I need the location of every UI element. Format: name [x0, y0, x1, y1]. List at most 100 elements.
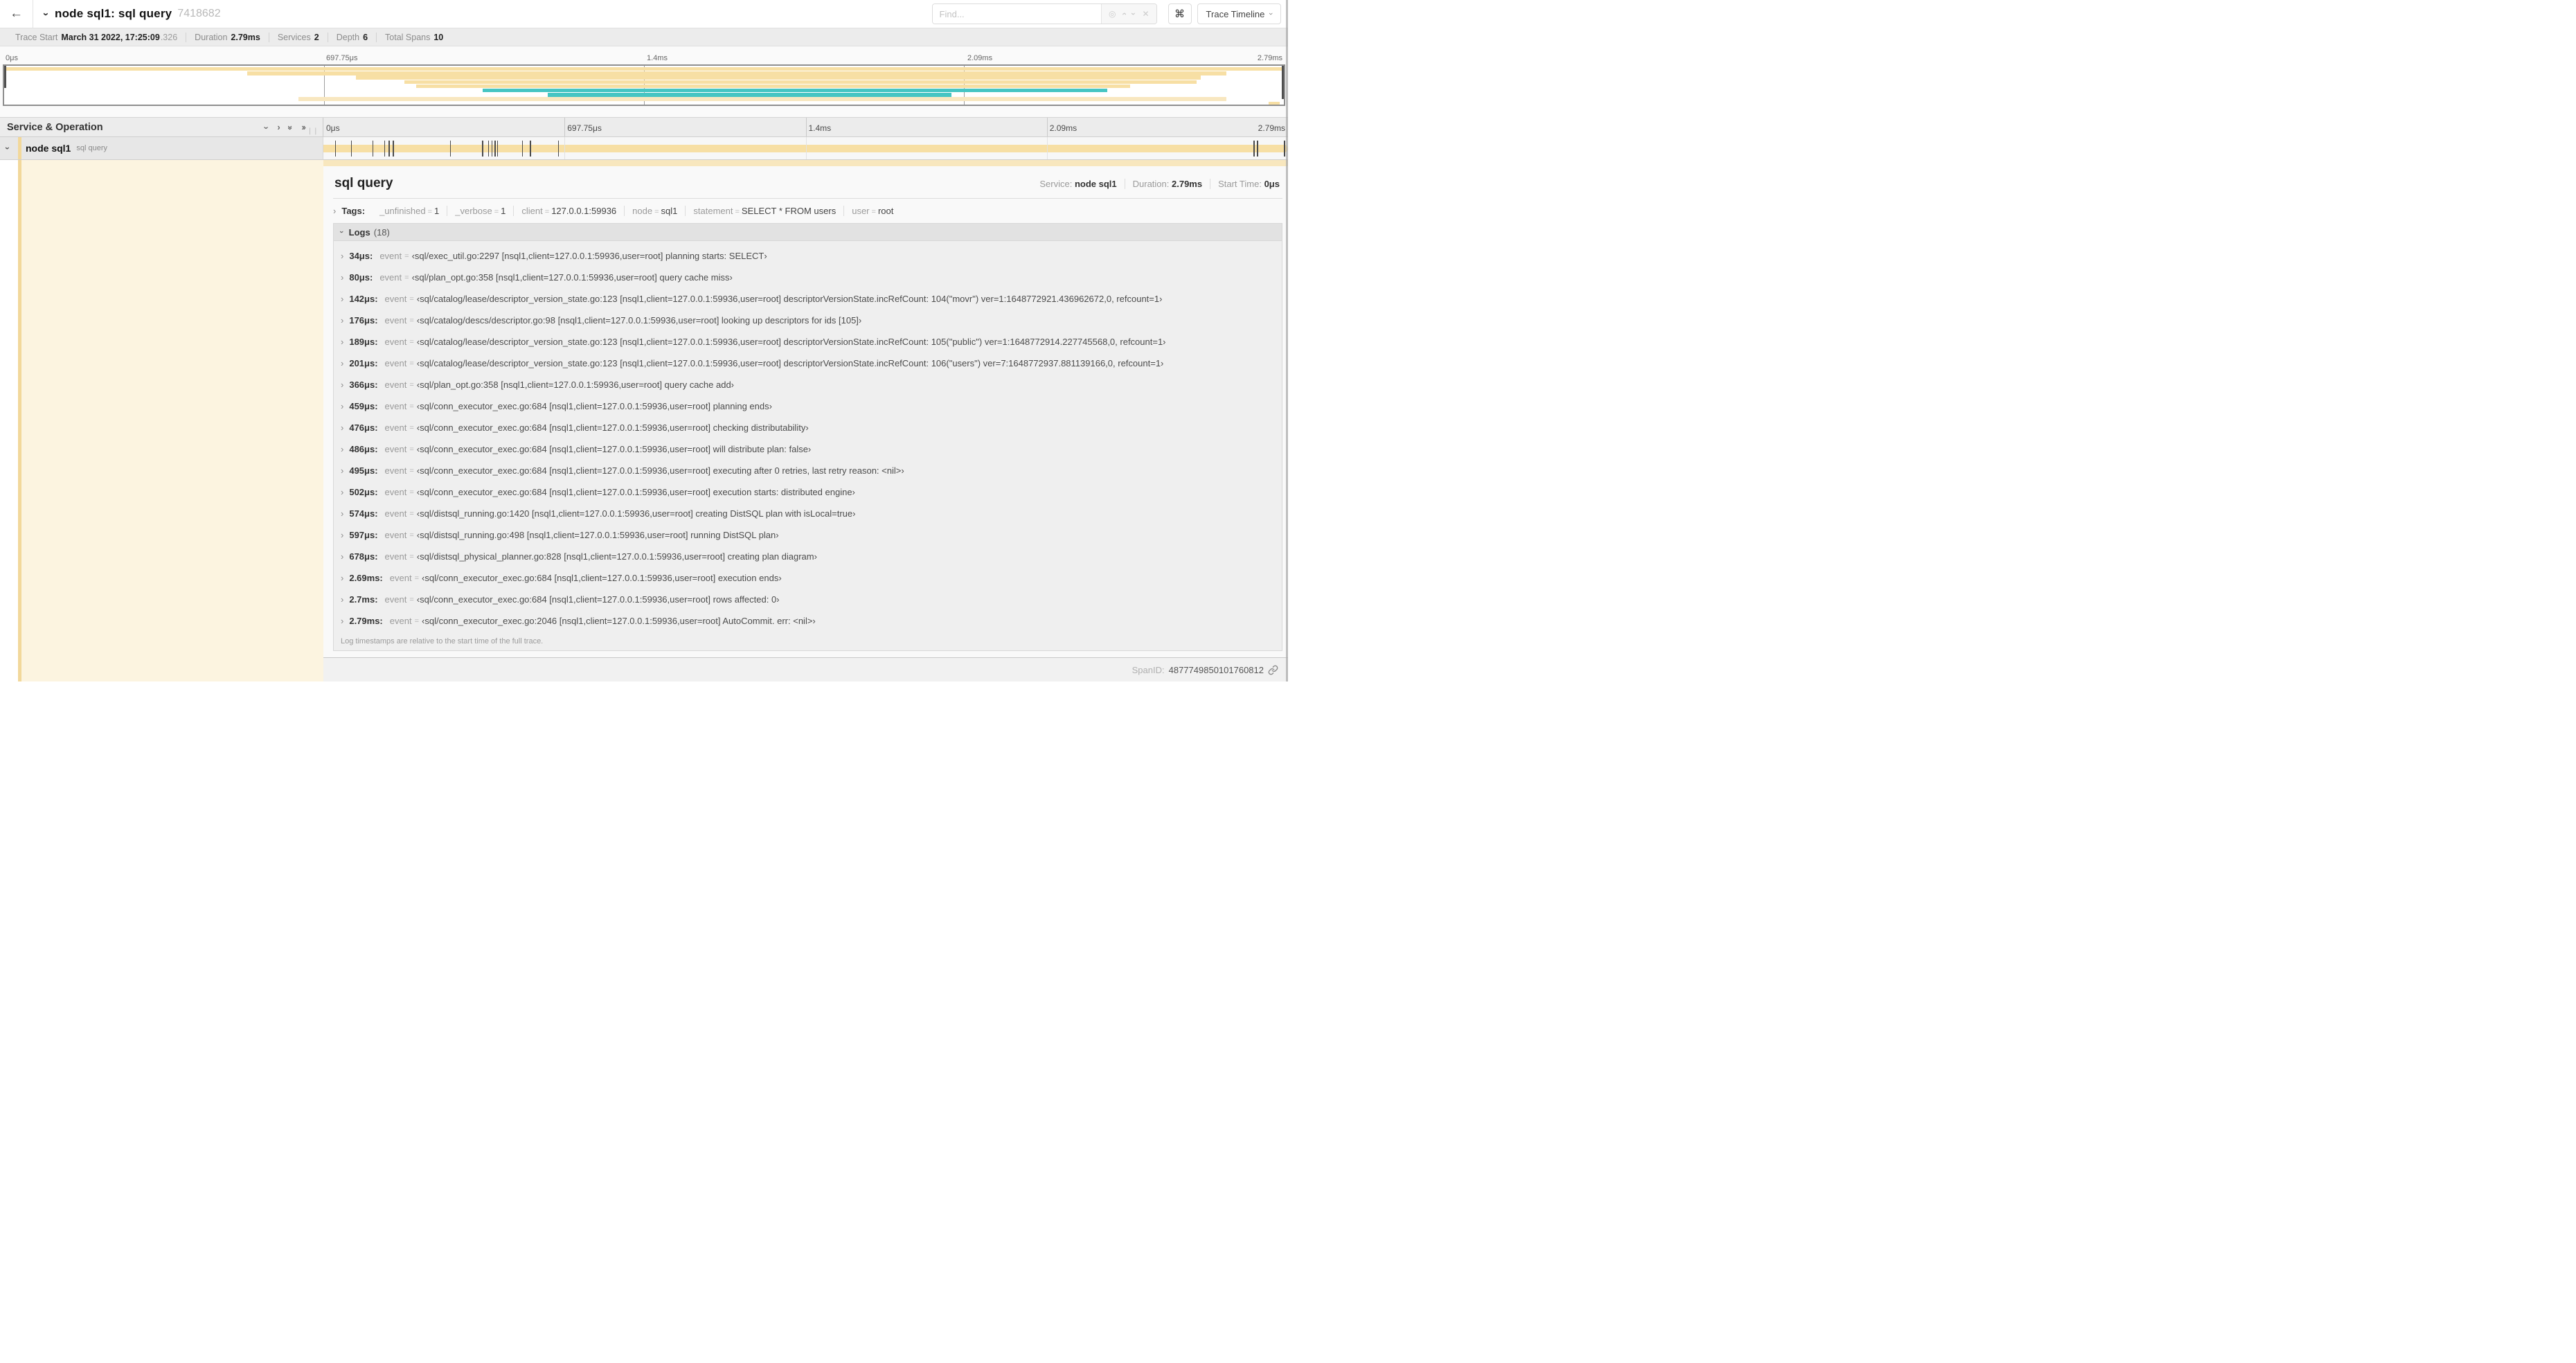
detail-right-region: sql query Service: node sql1 Duration: 2…	[323, 160, 1288, 682]
log-marker-tick[interactable]	[497, 141, 499, 157]
log-row[interactable]: › 574μs: event = ‹sql/distsql_running.go…	[334, 503, 1282, 524]
log-expand-icon[interactable]: ›	[341, 380, 343, 390]
log-marker-tick[interactable]	[393, 141, 394, 157]
log-expand-icon[interactable]: ›	[341, 358, 343, 368]
minimap-spacer	[0, 107, 1288, 117]
log-row[interactable]: › 80μs: event = ‹sql/plan_opt.go:358 [ns…	[334, 267, 1282, 288]
minimap-span	[548, 93, 951, 97]
log-marker-tick[interactable]	[1284, 141, 1285, 157]
log-marker-tick[interactable]	[521, 141, 524, 157]
next-result-icon[interactable]: ›	[1129, 12, 1138, 15]
minimap-span	[416, 84, 1131, 89]
log-expand-icon[interactable]: ›	[341, 530, 343, 540]
scrollbar[interactable]	[1286, 0, 1288, 682]
column-resize-handle[interactable]: ❘❘	[307, 127, 319, 135]
log-expand-icon[interactable]: ›	[341, 508, 343, 519]
minimap-tick-labels: 0μs 697.75μs 1.4ms 2.09ms 2.79ms	[3, 49, 1285, 64]
expand-all-icon[interactable]: ››	[301, 122, 306, 132]
log-expand-icon[interactable]: ›	[341, 616, 343, 626]
log-marker-tick[interactable]	[350, 141, 352, 157]
log-row[interactable]: › 678μs: event = ‹sql/distsql_physical_p…	[334, 546, 1282, 567]
stat-depth: Depth 6	[327, 32, 376, 42]
log-expand-icon[interactable]: ›	[341, 551, 343, 562]
tag-item: user = root	[843, 206, 901, 216]
span-bar-track[interactable]	[323, 137, 1288, 159]
log-row[interactable]: › 189μs: event = ‹sql/catalog/lease/desc…	[334, 331, 1282, 353]
log-row[interactable]: › 366μs: event = ‹sql/plan_opt.go:358 [n…	[334, 374, 1282, 395]
log-expand-icon[interactable]: ›	[341, 294, 343, 304]
prev-result-icon[interactable]: ›	[1119, 12, 1129, 15]
log-marker-tick[interactable]	[1253, 141, 1255, 157]
tags-expand-icon[interactable]: ›	[333, 206, 336, 216]
detail-left-column	[0, 160, 323, 682]
deep-link-icon[interactable]	[1268, 665, 1278, 675]
log-expand-icon[interactable]: ›	[341, 573, 343, 583]
log-row[interactable]: › 486μs: event = ‹sql/conn_executor_exec…	[334, 438, 1282, 460]
log-row[interactable]: › 495μs: event = ‹sql/conn_executor_exec…	[334, 460, 1282, 481]
logs-header[interactable]: › Logs (18)	[334, 224, 1282, 241]
log-marker-tick[interactable]	[449, 141, 451, 157]
keyboard-shortcuts-button[interactable]: ⌘	[1168, 3, 1192, 24]
log-expand-icon[interactable]: ›	[341, 465, 343, 476]
span-detail-panel: sql query Service: node sql1 Duration: 2…	[323, 166, 1288, 658]
log-row[interactable]: › 176μs: event = ‹sql/catalog/descs/desc…	[334, 310, 1282, 331]
logs-collapse-icon[interactable]: ›	[337, 231, 346, 233]
log-row[interactable]: › 2.79ms: event = ‹sql/conn_executor_exe…	[334, 610, 1282, 632]
detail-duration: Duration: 2.79ms	[1124, 179, 1210, 189]
log-expand-icon[interactable]: ›	[341, 251, 343, 261]
log-marker-tick[interactable]	[494, 141, 496, 157]
view-selector-button[interactable]: Trace Timeline ›	[1197, 3, 1281, 24]
span-collapse-icon[interactable]: ›	[3, 147, 12, 150]
log-row[interactable]: › 34μs: event = ‹sql/exec_util.go:2297 […	[334, 245, 1282, 267]
log-expand-icon[interactable]: ›	[341, 401, 343, 411]
viewport-right-handle[interactable]	[1282, 66, 1284, 99]
log-expand-icon[interactable]: ›	[341, 337, 343, 347]
collapse-all-icon[interactable]: ››	[285, 125, 295, 129]
clear-search-icon[interactable]: ✕	[1142, 10, 1149, 18]
log-row[interactable]: › 597μs: event = ‹sql/distsql_running.go…	[334, 524, 1282, 546]
log-expand-icon[interactable]: ›	[341, 487, 343, 497]
log-marker-tick[interactable]	[388, 141, 390, 157]
log-row[interactable]: › 2.69ms: event = ‹sql/conn_executor_exe…	[334, 567, 1282, 589]
log-expand-icon[interactable]: ›	[341, 422, 343, 433]
viewport-left-handle[interactable]	[4, 66, 6, 89]
span-row[interactable]: › node sql1 sql query	[0, 137, 1288, 160]
log-marker-tick[interactable]	[488, 141, 490, 157]
tags-row[interactable]: › Tags: _unfinished = 1 _verbose = 1 client =…	[333, 200, 1282, 222]
log-marker-tick[interactable]	[530, 141, 531, 157]
collapse-trace-icon[interactable]: ›	[40, 12, 52, 16]
log-marker-tick[interactable]	[372, 141, 374, 157]
logs-count: (18)	[373, 226, 390, 238]
log-row[interactable]: › 502μs: event = ‹sql/conn_executor_exec…	[334, 481, 1282, 503]
grid-line	[1046, 137, 1048, 159]
log-expand-icon[interactable]: ›	[341, 272, 343, 283]
minimap-canvas[interactable]	[3, 64, 1285, 106]
minimap-span	[298, 97, 1226, 101]
find-input[interactable]	[932, 4, 1101, 24]
log-marker-tick[interactable]	[334, 141, 337, 157]
log-row[interactable]: › 459μs: event = ‹sql/conn_executor_exec…	[334, 395, 1282, 417]
log-marker-tick[interactable]	[384, 141, 386, 157]
grid-line	[805, 137, 807, 159]
log-row[interactable]: › 201μs: event = ‹sql/catalog/lease/desc…	[334, 353, 1282, 374]
log-row[interactable]: › 142μs: event = ‹sql/catalog/lease/desc…	[334, 288, 1282, 310]
ruler-tick-label: 2.79ms	[1258, 123, 1285, 133]
log-marker-tick[interactable]	[1257, 141, 1258, 157]
log-row[interactable]: › 2.7ms: event = ‹sql/conn_executor_exec…	[334, 589, 1282, 610]
log-marker-tick[interactable]	[482, 141, 483, 157]
log-row[interactable]: › 476μs: event = ‹sql/conn_executor_exec…	[334, 417, 1282, 438]
minimap-span	[4, 67, 1284, 71]
log-expand-icon[interactable]: ›	[341, 594, 343, 605]
logs-footnote: Log timestamps are relative to the start…	[341, 637, 544, 645]
log-marker-tick[interactable]	[557, 141, 559, 157]
collapse-one-icon[interactable]: ›	[262, 126, 272, 127]
log-marker-tick[interactable]	[491, 141, 493, 157]
find-box: ◎ › › ✕	[931, 3, 1157, 24]
expand-one-icon[interactable]: ›	[277, 122, 280, 132]
ruler-tick-label: 1.4ms	[647, 54, 668, 62]
match-target-icon[interactable]: ◎	[1109, 10, 1116, 18]
back-button[interactable]: ←	[0, 0, 33, 28]
log-expand-icon[interactable]: ›	[341, 444, 343, 454]
log-expand-icon[interactable]: ›	[341, 315, 343, 326]
span-row-label[interactable]: › node sql1 sql query	[0, 137, 323, 159]
